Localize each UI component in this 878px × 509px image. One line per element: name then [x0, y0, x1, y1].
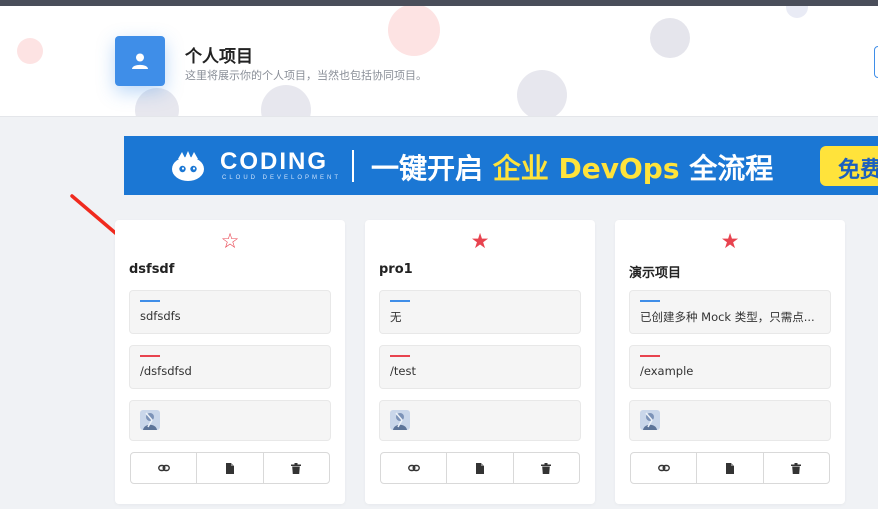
trash-icon: [291, 462, 302, 474]
delete-project-button[interactable]: [264, 453, 329, 483]
slogan-prefix: 一键开启: [371, 152, 493, 185]
url-accent-bar: [390, 355, 410, 357]
description-accent-bar: [640, 300, 660, 302]
decor-bubble: [388, 6, 440, 56]
slogan-highlight: 企业 DevOps: [492, 152, 680, 185]
project-card[interactable]: ☆ dsfsdf sdfsdfs /dsfsdfsd: [115, 220, 345, 504]
project-url-field: /dsfsdfsd: [129, 345, 331, 389]
url-accent-bar: [640, 355, 660, 357]
description-accent-bar: [390, 300, 410, 302]
card-actions: [380, 452, 580, 484]
user-icon: [132, 53, 148, 69]
copy-link-button[interactable]: [131, 453, 198, 483]
project-members-field: [629, 400, 831, 441]
project-card[interactable]: ★ pro1 无 /test: [365, 220, 595, 504]
decor-bubble: [261, 85, 311, 116]
project-url-field: /test: [379, 345, 581, 389]
project-description-field: 已创建多种 Mock 类型，只需点...: [629, 290, 831, 334]
project-description-field: 无: [379, 290, 581, 334]
project-members-field: [379, 400, 581, 441]
banner-brand-sub: CLOUD DEVELOPMENT: [222, 175, 342, 181]
project-url: /example: [640, 364, 694, 378]
banner-cta-button[interactable]: 免费: [820, 146, 878, 186]
star-filled-icon[interactable]: ★: [365, 230, 595, 252]
clone-project-button[interactable]: [447, 453, 514, 483]
link-icon: [657, 464, 670, 472]
header-action-button[interactable]: [874, 46, 878, 78]
delete-project-button[interactable]: [514, 453, 579, 483]
url-accent-bar: [140, 355, 160, 357]
star-outline-icon[interactable]: ☆: [115, 230, 345, 252]
avatar[interactable]: [640, 410, 660, 430]
project-url: /test: [390, 364, 416, 378]
slogan-suffix: 全流程: [679, 152, 774, 185]
project-url: /dsfsdfsd: [140, 364, 192, 378]
decor-bubble: [135, 88, 179, 116]
copy-link-button[interactable]: [631, 453, 698, 483]
decor-bubble: [786, 6, 808, 18]
description-accent-bar: [140, 300, 160, 302]
project-members-field: [129, 400, 331, 441]
avatar[interactable]: [390, 410, 410, 430]
project-name[interactable]: 演示项目: [629, 262, 681, 281]
avatar[interactable]: [140, 410, 160, 430]
project-card[interactable]: ★ 演示项目 已创建多种 Mock 类型，只需点... /example: [615, 220, 845, 504]
link-icon: [407, 464, 420, 472]
banner-brand: CODING: [220, 148, 328, 175]
project-header-icon: [115, 36, 165, 86]
decor-bubble: [517, 70, 567, 116]
project-description: 无: [390, 310, 402, 324]
banner-divider: [352, 150, 354, 182]
project-name[interactable]: dsfsdf: [129, 262, 174, 277]
link-icon: [157, 464, 170, 472]
page-subtitle: 这里将展示你的个人项目，当然也包括协同项目。: [185, 69, 427, 82]
copy-icon: [726, 462, 735, 474]
clone-project-button[interactable]: [697, 453, 764, 483]
project-name[interactable]: pro1: [379, 262, 413, 277]
delete-project-button[interactable]: [764, 453, 829, 483]
card-actions: [130, 452, 330, 484]
banner-slogan: 一键开启 企业 DevOps 全流程: [371, 147, 773, 187]
copy-icon: [476, 462, 485, 474]
copy-link-button[interactable]: [381, 453, 448, 483]
trash-icon: [541, 462, 552, 474]
project-description: sdfsdfs: [140, 309, 181, 323]
star-filled-icon[interactable]: ★: [615, 230, 845, 252]
promo-banner[interactable]: CODING CLOUD DEVELOPMENT 一键开启 企业 DevOps …: [124, 136, 878, 195]
copy-icon: [226, 462, 235, 474]
project-description-field: sdfsdfs: [129, 290, 331, 334]
decor-bubble: [650, 18, 690, 58]
trash-icon: [791, 462, 802, 474]
coding-logo-icon: [172, 151, 204, 181]
page-header: 个人项目 这里将展示你的个人项目，当然也包括协同项目。: [0, 6, 878, 117]
page-title: 个人项目: [185, 47, 253, 67]
clone-project-button[interactable]: [197, 453, 264, 483]
decor-bubble: [17, 38, 43, 64]
card-actions: [630, 452, 830, 484]
project-url-field: /example: [629, 345, 831, 389]
project-description: 已创建多种 Mock 类型，只需点...: [640, 310, 815, 324]
